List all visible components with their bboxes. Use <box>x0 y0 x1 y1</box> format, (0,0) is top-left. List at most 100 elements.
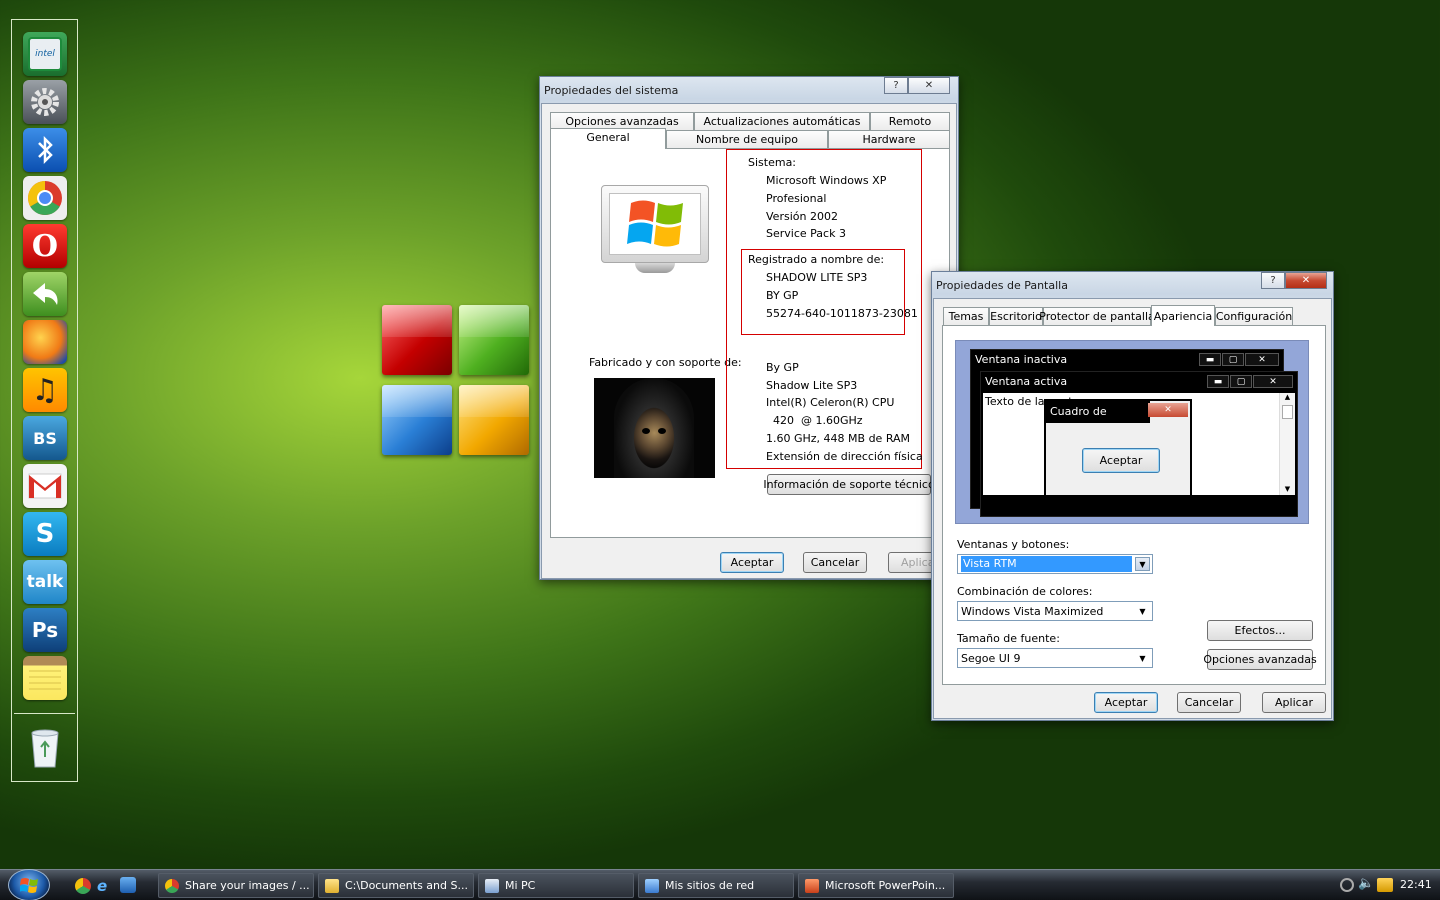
tab-settings[interactable]: Configuración <box>1215 307 1293 325</box>
computer-icon <box>485 878 499 893</box>
blue-tile-icon <box>382 385 452 455</box>
appearance-tab-panel: Ventana inactiva ▬ ▢ ✕ Ventana activa ▬ ▢ ✕ … <box>942 325 1326 685</box>
apply-button[interactable]: Aplicar <box>1262 692 1326 713</box>
task-my-computer[interactable]: Mi PC <box>478 873 634 898</box>
manufacturer-line-1: By GP <box>766 361 799 374</box>
oem-logo-image <box>594 378 715 478</box>
windows-buttons-select[interactable]: Vista RTM ▼ <box>957 554 1153 574</box>
advanced-options-button[interactable]: Opciones avanzadas <box>1203 649 1317 670</box>
chrome-quicklaunch-icon[interactable] <box>75 878 91 894</box>
powerpoint-icon <box>805 878 819 893</box>
ie-alt-quicklaunch-icon[interactable] <box>120 877 136 893</box>
cpu-speed: 420 @ 1.60GHz <box>766 414 863 427</box>
message-box-preview: Cuadro de mens... ✕ Aceptar <box>1044 399 1192 497</box>
support-info-button[interactable]: Información de soporte técnico <box>763 474 935 495</box>
chrome-icon[interactable] <box>23 176 67 220</box>
bs-player-icon[interactable]: BS <box>23 416 67 460</box>
firefox-icon[interactable] <box>23 320 67 364</box>
message-box-ok-button: Aceptar <box>1082 448 1160 473</box>
os-edition: Profesional <box>766 192 827 205</box>
ie-quicklaunch-icon[interactable]: e <box>97 877 114 895</box>
app-dock: intel O ♫ BS S talk Ps <box>11 19 78 782</box>
color-scheme-label: Combinación de colores: <box>957 585 1093 598</box>
task-documents-folder[interactable]: C:\Documents and S... <box>318 873 474 898</box>
opera-icon[interactable]: O <box>23 224 67 268</box>
general-tab-panel: Fabricado y con soporte de: Sistema: Mic… <box>550 148 950 538</box>
skype-icon[interactable]: S <box>23 512 67 556</box>
preview-scrollbar: ▲ ▼ <box>1279 393 1295 495</box>
appearance-preview: Ventana inactiva ▬ ▢ ✕ Ventana activa ▬ ▢ ✕ … <box>955 340 1309 524</box>
display-properties-client: Temas Escritorio Protector de pantalla A… <box>933 298 1332 719</box>
chrome-icon <box>165 878 179 893</box>
tray-status-icon[interactable] <box>1340 878 1354 892</box>
network-icon <box>645 878 659 893</box>
photoshop-icon[interactable]: Ps <box>23 608 67 652</box>
close-button[interactable]: ✕ <box>1285 272 1327 289</box>
windows-buttons-label: Ventanas y botones: <box>957 538 1070 551</box>
gmail-icon[interactable] <box>23 464 67 508</box>
tab-remote[interactable]: Remoto <box>870 112 950 130</box>
service-pack: Service Pack 3 <box>766 227 846 240</box>
intel-icon[interactable]: intel <box>23 32 67 76</box>
pae-line: Extensión de dirección física <box>766 450 923 463</box>
ok-button[interactable]: Aceptar <box>1094 692 1158 713</box>
cpu-name: Intel(R) Celeron(R) CPU <box>766 396 895 409</box>
cpu-ram: 1.60 GHz, 448 MB de RAM <box>766 432 911 445</box>
clock[interactable]: 22:41 <box>1400 878 1432 891</box>
registered-header: Registrado a nombre de: <box>748 253 885 266</box>
settings-gear-icon[interactable] <box>23 80 67 124</box>
manufacturer-label: Fabricado y con soporte de: <box>589 356 742 369</box>
tray-app-icon[interactable] <box>1377 878 1393 892</box>
folder-icon <box>325 878 339 893</box>
tab-computer-name[interactable]: Nombre de equipo <box>666 130 828 148</box>
task-powerpoint[interactable]: Microsoft PowerPoin... <box>798 873 954 898</box>
red-tile-icon <box>382 305 452 375</box>
help-button[interactable]: ? <box>884 77 908 94</box>
font-size-label: Tamaño de fuente: <box>957 632 1060 645</box>
display-properties-window: Propiedades de Pantalla ? ✕ Temas Escrit… <box>931 271 1334 721</box>
message-box-title: Cuadro de mens... <box>1046 401 1150 423</box>
windows-monitor-icon <box>601 185 709 279</box>
os-version: Versión 2002 <box>766 210 838 223</box>
os-name: Microsoft Windows XP <box>766 174 887 187</box>
tab-screensaver[interactable]: Protector de pantalla <box>1039 307 1155 325</box>
cancel-button[interactable]: Cancelar <box>1177 692 1241 713</box>
registered-owner: SHADOW LITE SP3 <box>766 271 868 284</box>
window-title: Propiedades del sistema <box>544 83 679 97</box>
color-scheme-select[interactable]: Windows Vista Maximized ▼ <box>957 601 1153 621</box>
tab-desktop[interactable]: Escritorio <box>989 307 1043 325</box>
google-talk-icon[interactable]: talk <box>23 560 67 604</box>
start-button[interactable] <box>8 869 50 900</box>
bluetooth-icon[interactable] <box>23 128 67 172</box>
task-network-places[interactable]: Mis sitios de red <box>638 873 794 898</box>
task-chrome[interactable]: Share your images / ... <box>158 873 314 898</box>
system-properties-client: Opciones avanzadas Actualizaciones autom… <box>541 103 957 579</box>
tab-appearance[interactable]: Apariencia <box>1151 305 1215 326</box>
close-button[interactable]: ✕ <box>908 77 950 94</box>
dock-separator <box>14 713 75 714</box>
notes-icon[interactable] <box>23 656 67 700</box>
chevron-down-icon: ▼ <box>1135 557 1150 571</box>
chevron-down-icon: ▼ <box>1139 653 1146 663</box>
effects-button[interactable]: Efectos... <box>1207 620 1313 641</box>
music-note-icon[interactable]: ♫ <box>23 368 67 412</box>
tab-general[interactable]: General <box>550 128 666 149</box>
tab-hardware[interactable]: Hardware <box>828 130 950 148</box>
message-box-close-icon: ✕ <box>1148 403 1188 417</box>
reply-arrow-icon[interactable] <box>23 272 67 316</box>
system-header: Sistema: <box>748 156 797 169</box>
cancel-button[interactable]: Cancelar <box>803 552 867 573</box>
font-size-select[interactable]: Segoe UI 9 ▼ <box>957 648 1153 668</box>
ok-button[interactable]: Aceptar <box>720 552 784 573</box>
taskbar: e Share your images / ... C:\Documents a… <box>0 869 1440 900</box>
green-tile-icon <box>459 305 529 375</box>
tab-themes[interactable]: Temas <box>943 307 989 325</box>
yellow-tile-icon <box>459 385 529 455</box>
tab-automatic-updates[interactable]: Actualizaciones automáticas <box>694 112 870 130</box>
recycle-bin-icon[interactable] <box>23 725 67 769</box>
chevron-down-icon: ▼ <box>1139 606 1146 616</box>
volume-icon[interactable]: 🔈 <box>1358 876 1374 894</box>
help-button[interactable]: ? <box>1261 272 1285 289</box>
window-title: Propiedades de Pantalla <box>936 278 1068 292</box>
manufacturer-line-2: Shadow Lite SP3 <box>766 379 858 392</box>
